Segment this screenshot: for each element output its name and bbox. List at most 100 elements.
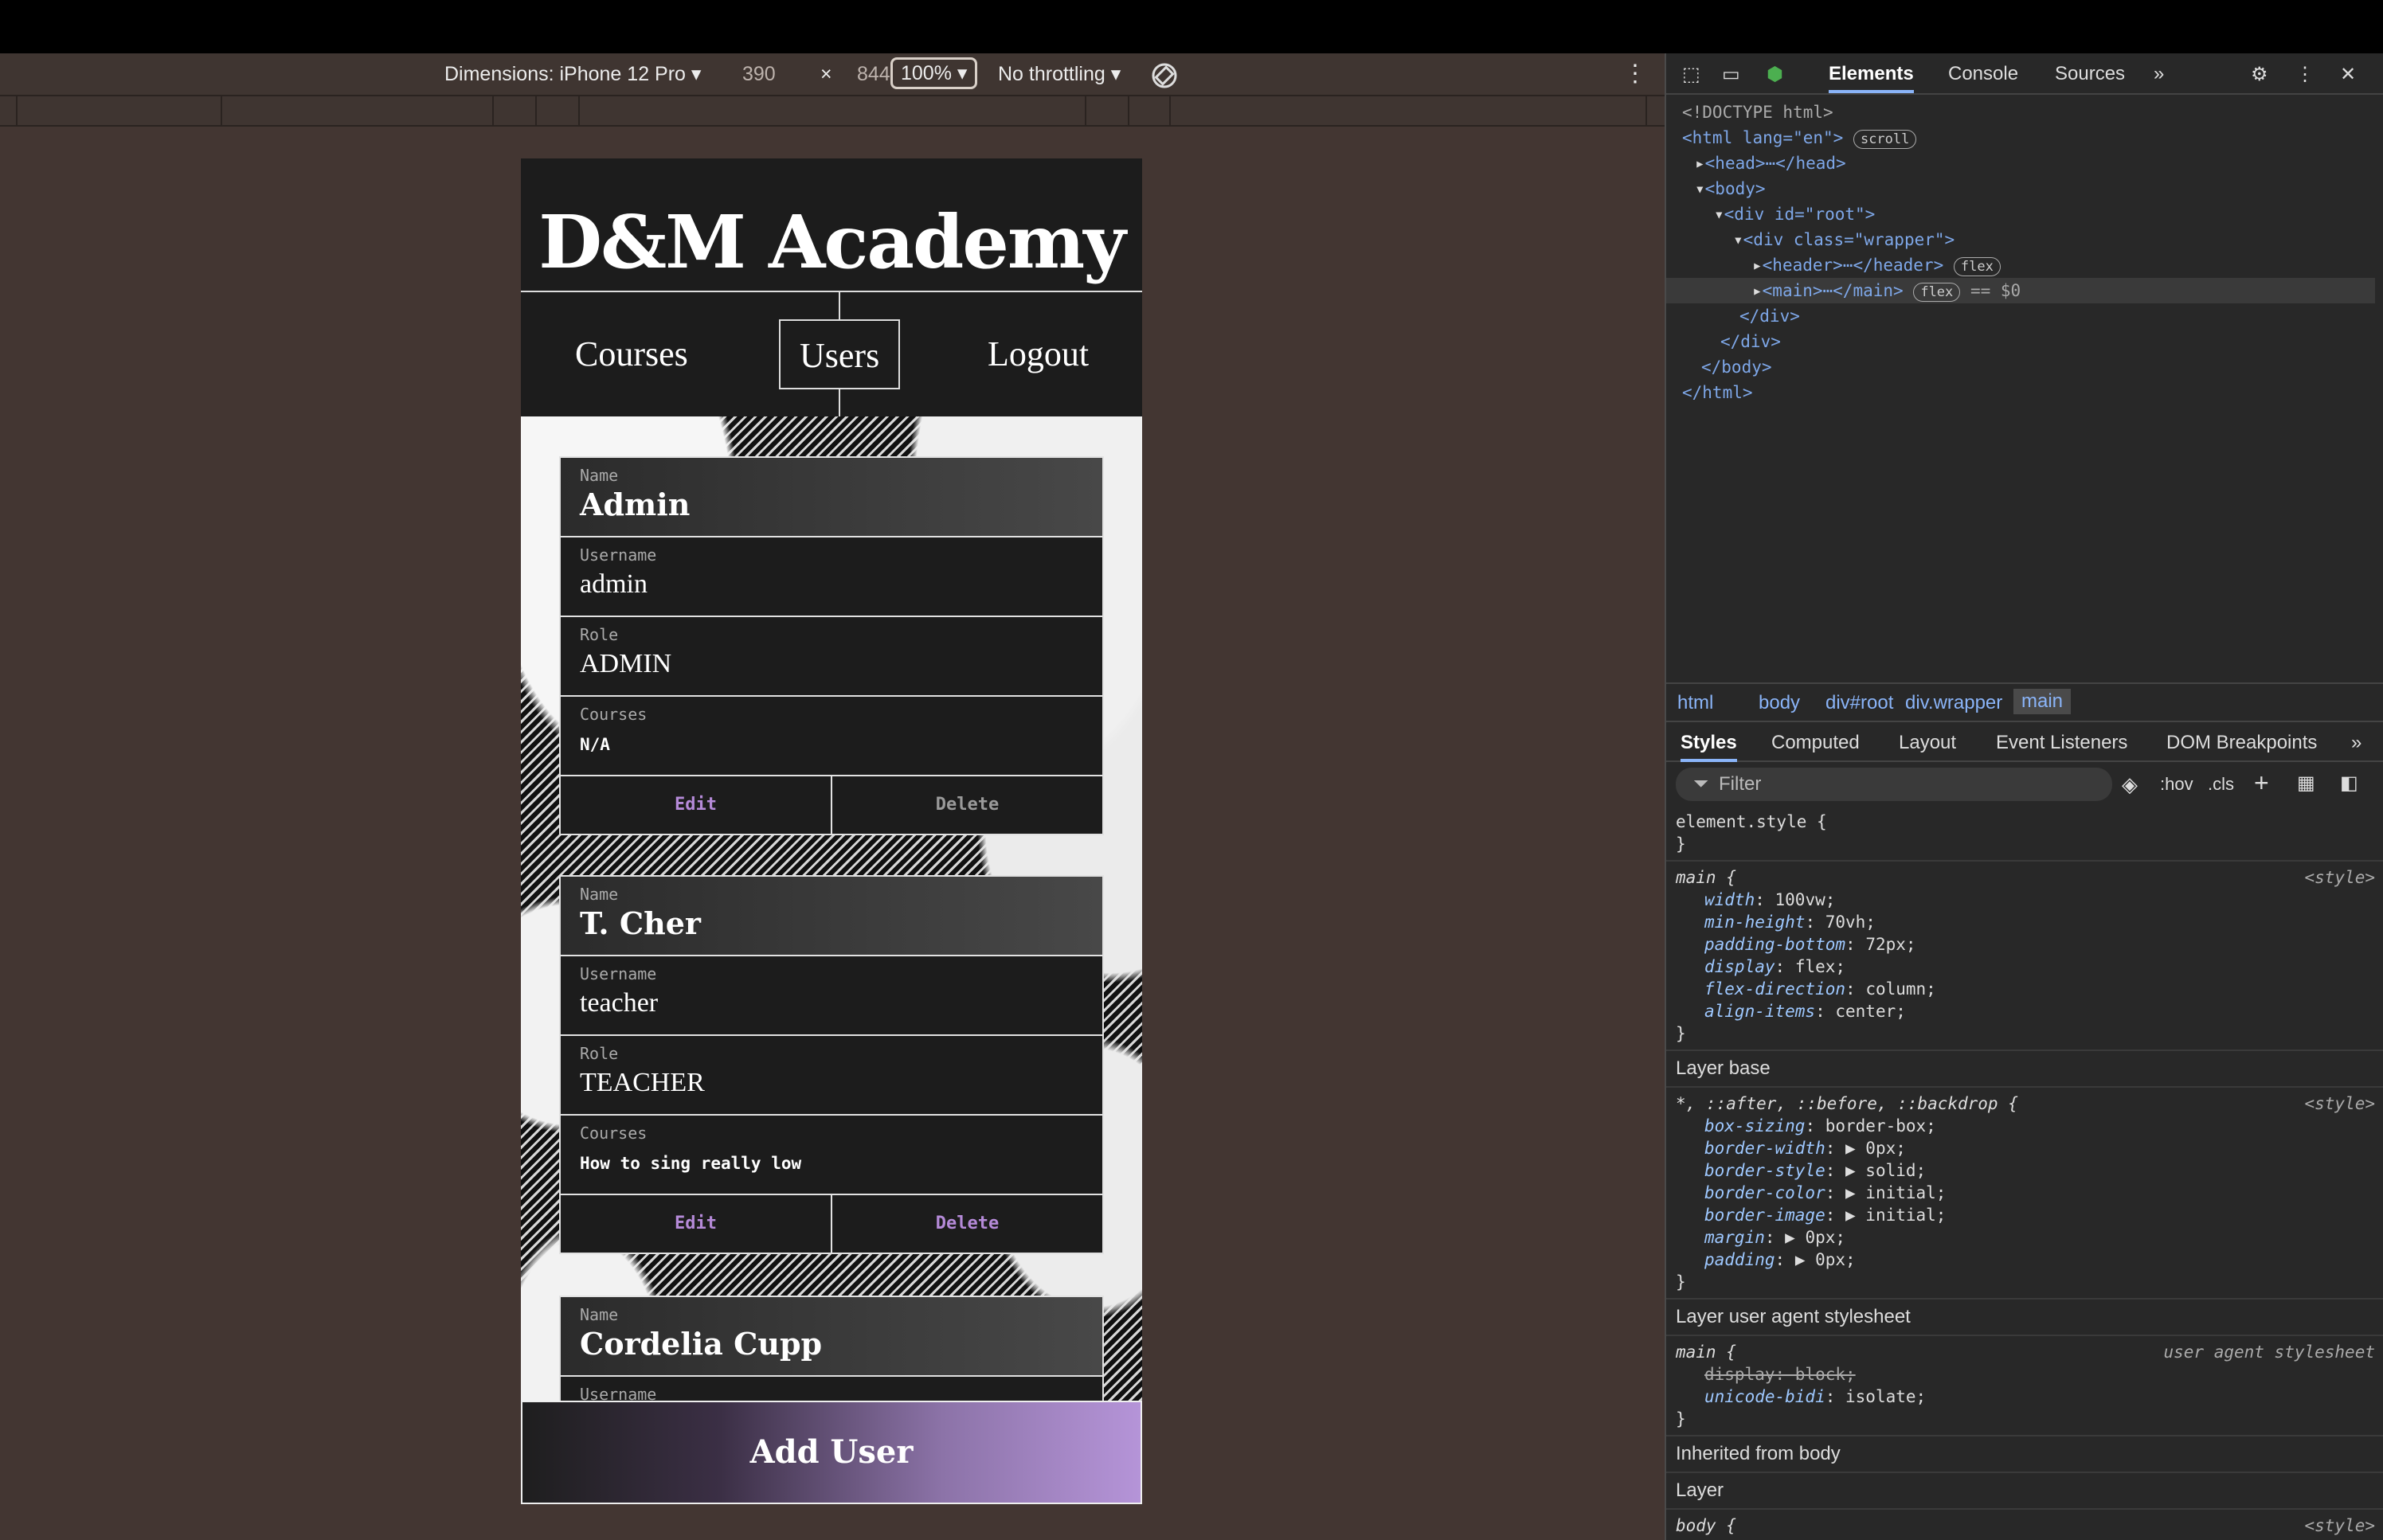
breadcrumb-body[interactable]: body [1759, 692, 1800, 714]
nav-courses[interactable]: Courses [575, 319, 688, 389]
more-options-icon[interactable]: ⋮ [1623, 61, 1647, 87]
gear-icon[interactable]: ⚙ [2251, 63, 2268, 86]
body-rule: <style> body { [1666, 1510, 2383, 1540]
breadcrumb-wrapper[interactable]: div.wrapper [1905, 692, 2002, 714]
username-label: Username [580, 964, 657, 983]
name-label: Name [580, 1305, 619, 1324]
css-property[interactable]: border-style: ▶ solid; [1676, 1159, 2375, 1182]
hov-toggle[interactable]: :hov [2160, 774, 2193, 795]
username-label: Username [580, 545, 657, 565]
nav-divider-top [839, 292, 840, 319]
tab-layout[interactable]: Layout [1899, 732, 1956, 754]
tab-sources[interactable]: Sources [2055, 63, 2125, 85]
dom-body-close[interactable]: </body> [1682, 354, 2375, 380]
css-property[interactable]: display: flex; [1676, 956, 2375, 978]
breadcrumb-html[interactable]: html [1677, 692, 1713, 714]
css-property[interactable]: box-sizing: border-box; [1676, 1115, 2375, 1137]
dom-root[interactable]: ▾<div id="root"> [1682, 201, 2375, 227]
tab-event-listeners[interactable]: Event Listeners [1996, 732, 2127, 754]
cls-toggle[interactable]: .cls [2208, 774, 2234, 795]
element-style-rule: element.style {} [1666, 806, 2383, 862]
role-value: TEACHER [580, 1068, 705, 1097]
css-property-overridden: display: block; [1704, 1365, 1856, 1384]
username-value: teacher [580, 988, 659, 1018]
dom-html[interactable]: <html lang="en"> scroll [1682, 125, 2375, 150]
tab-computed[interactable]: Computed [1771, 732, 1860, 754]
add-rule-icon[interactable]: + [2254, 768, 2269, 798]
dom-body[interactable]: ▾<body> [1682, 176, 2375, 201]
rule-source[interactable]: <style> [2304, 866, 2375, 889]
dom-html-close[interactable]: </html> [1682, 380, 2375, 405]
device-toolbar: Dimensions: iPhone 12 Pro ▾ 390 × 844 10… [0, 53, 1665, 95]
delete-button[interactable]: Delete [832, 1195, 1102, 1253]
nav-logout[interactable]: Logout [988, 319, 1089, 389]
dom-root-close[interactable]: </div> [1682, 329, 2375, 354]
rule-source[interactable]: <style> [2304, 1515, 2375, 1537]
width-input[interactable]: 390 [742, 61, 776, 87]
inherited-header[interactable]: Inherited from body [1666, 1436, 2383, 1473]
css-property[interactable]: border-image: ▶ initial; [1676, 1204, 2375, 1226]
add-user-button[interactable]: Add User [521, 1401, 1142, 1504]
more-tabs-icon[interactable]: » [2154, 63, 2164, 85]
dom-doctype[interactable]: <!DOCTYPE html> [1682, 100, 2375, 125]
tab-console[interactable]: Console [1948, 63, 2018, 85]
dom-tree: <!DOCTYPE html> <html lang="en"> scroll … [1666, 100, 2375, 405]
dimensions-select[interactable]: Dimensions: iPhone 12 Pro ▾ [444, 61, 701, 87]
paint-icon[interactable]: ▦ [2297, 772, 2315, 795]
tab-styles[interactable]: Styles [1681, 732, 1737, 762]
css-property[interactable]: align-items: center; [1676, 1000, 2375, 1022]
dom-wrapper-close[interactable]: </div> [1682, 303, 2375, 329]
courses-value: How to sing really low [580, 1154, 802, 1173]
dom-wrapper[interactable]: ▾<div class="wrapper"> [1682, 227, 2375, 252]
css-property[interactable]: margin: ▶ 0px; [1676, 1226, 2375, 1249]
css-property[interactable]: padding: ▶ 0px; [1676, 1249, 2375, 1271]
role-field: Role TEACHER [561, 1036, 1102, 1116]
height-input[interactable]: 844 [857, 61, 890, 87]
zoom-select[interactable]: 100% ▾ [890, 57, 978, 89]
css-property[interactable]: border-width: ▶ 0px; [1676, 1137, 2375, 1159]
dom-head[interactable]: ▸<head>⋯</head> [1682, 150, 2375, 176]
username-value: admin [580, 569, 648, 599]
edit-button[interactable]: Edit [561, 1195, 832, 1253]
more-style-tabs-icon[interactable]: » [2351, 732, 2361, 754]
css-property[interactable]: padding-bottom: 72px; [1676, 933, 2375, 956]
css-property[interactable]: width: 100vw; [1676, 889, 2375, 911]
styles-pane: element.style {} <style> main { width: 1… [1666, 806, 2383, 1540]
user-card: Name Admin Username admin Role ADMIN Cou… [559, 456, 1104, 835]
emulated-viewport: D&M Academy Courses Users Logout Name Ad… [0, 127, 1665, 1540]
username-field: Username teacher [561, 956, 1102, 1036]
devtools-panel: ⬚ ▭ ⬢ Elements Console Sources » ⚙ ⋮ ✕ <… [1665, 53, 2383, 1540]
name-value: T. Cher [580, 905, 701, 941]
os-top-bar [0, 0, 2383, 53]
kebab-menu-icon[interactable]: ⋮ [2295, 63, 2315, 86]
name-field: Name Cordelia Cupp [561, 1297, 1102, 1377]
close-icon[interactable]: ✕ [2340, 63, 2356, 86]
css-property[interactable]: flex-direction: column; [1676, 978, 2375, 1000]
name-value: Admin [580, 487, 691, 522]
styles-filter-input[interactable]: ⏷ Filter [1676, 768, 2112, 801]
layers-icon[interactable]: ◈ [2122, 772, 2138, 797]
css-property[interactable]: min-height: 70vh; [1676, 911, 2375, 933]
tab-dom-breakpoints[interactable]: DOM Breakpoints [2166, 732, 2317, 754]
tab-elements[interactable]: Elements [1829, 63, 1914, 93]
extension-icon[interactable]: ⬢ [1767, 63, 1783, 86]
breadcrumb-main[interactable]: main [2013, 689, 2072, 714]
edit-button[interactable]: Edit [561, 776, 832, 834]
dom-main-selected[interactable]: ▸<main>⋯</main> flex == $0 [1666, 278, 2375, 303]
app-title: D&M Academy [521, 158, 1142, 292]
device-toggle-icon[interactable]: ▭ [1722, 63, 1740, 86]
nav-users[interactable]: Users [779, 319, 901, 389]
breadcrumb-root[interactable]: div#root [1825, 692, 1893, 714]
times-sign: × [820, 63, 832, 85]
sidebar-toggle-icon[interactable]: ◧ [2340, 772, 2358, 795]
css-property[interactable]: border-color: ▶ initial; [1676, 1182, 2375, 1204]
delete-button[interactable]: Delete [832, 776, 1102, 834]
throttling-select[interactable]: No throttling ▾ [998, 61, 1121, 87]
main-nav: Courses Users Logout [521, 292, 1142, 416]
courses-field: Courses N/A [561, 697, 1102, 776]
inspect-icon[interactable]: ⬚ [1682, 63, 1700, 86]
rotate-icon[interactable] [1150, 61, 1179, 88]
rule-source[interactable]: <style> [2304, 1092, 2375, 1115]
dom-header[interactable]: ▸<header>⋯</header> flex [1682, 252, 2375, 278]
layer-base-header[interactable]: Layer base [1666, 1051, 2383, 1088]
